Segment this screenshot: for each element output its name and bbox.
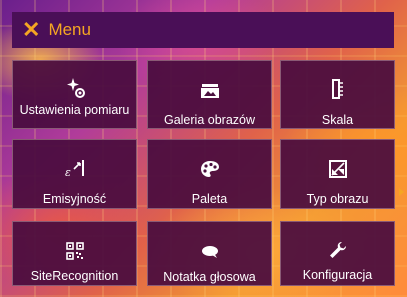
menu-title: Menu: [48, 20, 91, 39]
tile-label: SiteRecognition: [30, 269, 119, 283]
tile-configuration[interactable]: Konfiguracja: [280, 221, 395, 286]
image-type-icon: [328, 150, 347, 178]
tile-scale[interactable]: Skala: [280, 60, 395, 129]
qr-code-icon: [65, 232, 84, 260]
measurement-settings-icon: [64, 71, 86, 99]
voice-note-icon: [201, 232, 219, 259]
tile-label: Typ obrazu: [306, 192, 369, 206]
palette-icon: [200, 150, 220, 178]
tile-label: Paleta: [191, 192, 228, 206]
tile-site-recognition[interactable]: SiteRecognition: [12, 221, 137, 286]
tile-label: Konfiguracja: [302, 268, 373, 282]
tile-label: Ustawienia pomiaru: [19, 103, 130, 117]
wrench-icon: [328, 232, 348, 260]
tile-measurement-settings[interactable]: Ustawienia pomiaru: [12, 60, 137, 129]
emissivity-icon: ε: [64, 150, 86, 178]
tile-label: Galeria obrazów: [163, 113, 255, 127]
scale-icon: [331, 71, 344, 99]
tile-image-type[interactable]: Typ obrazu: [280, 139, 395, 209]
tile-emissivity[interactable]: ε Emisyjność: [12, 139, 137, 209]
svg-text:ε: ε: [65, 166, 71, 178]
tile-label: Notatka głosowa: [163, 270, 256, 284]
close-x-icon[interactable]: ✕: [22, 19, 40, 41]
tile-label: Emisyjność: [42, 192, 107, 206]
tile-label: Skala: [321, 113, 354, 127]
menu-header: ✕ Menu: [12, 12, 394, 48]
tile-image-gallery[interactable]: Galeria obrazów: [147, 60, 272, 129]
image-gallery-icon: [200, 71, 220, 99]
scroll-right-icon[interactable]: [399, 188, 404, 196]
tile-palette[interactable]: Paleta: [147, 139, 272, 209]
tile-voice-note[interactable]: Notatka głosowa: [147, 221, 272, 286]
thermal-camera-screen: ✕ Menu Ustawienia pomiaru Galeria obrazó…: [0, 0, 407, 297]
